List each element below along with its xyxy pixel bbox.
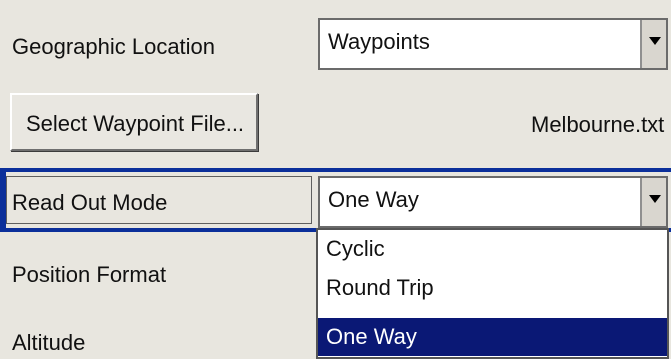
position-format-label: Position Format [12, 262, 167, 287]
altitude-label: Altitude [12, 330, 86, 355]
chevron-down-icon[interactable] [640, 20, 666, 68]
read-out-mode-label: Read Out Mode [12, 190, 168, 215]
read-out-mode-options: Cyclic Round Trip One Way [316, 228, 669, 359]
geographic-location-select[interactable]: Waypoints [318, 18, 668, 70]
chevron-down-icon[interactable] [640, 178, 666, 226]
option-cyclic[interactable]: Cyclic [318, 230, 667, 268]
geographic-location-value: Waypoints [328, 29, 430, 54]
read-out-mode-value: One Way [328, 187, 419, 212]
geographic-location-label: Geographic Location [12, 34, 216, 59]
option-one-way[interactable]: One Way [318, 318, 667, 356]
read-out-mode-select[interactable]: One Way [318, 176, 668, 228]
option-round-trip[interactable]: Round Trip [318, 269, 667, 307]
select-waypoint-file-button[interactable]: Select Waypoint File... [10, 93, 258, 151]
waypoint-file-name: Melbourne.txt [531, 112, 665, 137]
